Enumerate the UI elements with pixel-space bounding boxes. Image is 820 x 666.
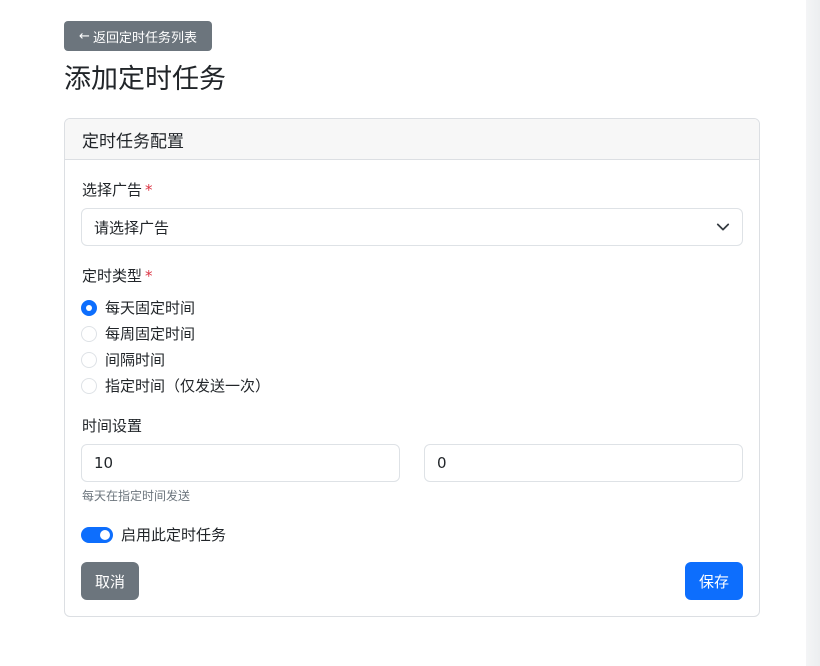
save-button[interactable]: 保存 (685, 562, 743, 600)
page-title: 添加定时任务 (64, 64, 226, 95)
arrow-left-icon: ← (79, 28, 90, 44)
enable-task-toggle[interactable] (81, 526, 113, 543)
required-mark: * (145, 181, 153, 199)
ad-select[interactable]: 请选择广告 (81, 208, 743, 246)
minute-input-value: 0 (437, 454, 447, 472)
minute-input[interactable]: 0 (424, 444, 743, 482)
chevron-down-icon (716, 223, 730, 231)
schedule-type-label: 定时类型 * (82, 265, 153, 286)
hour-input-value: 10 (94, 454, 114, 472)
enable-task-row[interactable]: 启用此定时任务 (81, 524, 226, 545)
radio-label: 每周固定时间 (105, 325, 196, 343)
back-to-list-button[interactable]: ← 返回定时任务列表 (64, 21, 212, 51)
page-scroll-edge (806, 0, 820, 666)
radio-once[interactable]: 指定时间（仅发送一次） (81, 375, 270, 396)
radio-label: 每天固定时间 (105, 299, 196, 317)
radio-button[interactable] (81, 325, 97, 342)
radio-weekly[interactable]: 每周固定时间 (81, 323, 195, 344)
toggle-knob (100, 529, 110, 540)
required-mark: * (145, 267, 153, 285)
schedule-type-label-text: 定时类型 (82, 267, 143, 285)
schedule-config-card: 定时任务配置 选择广告 * 请选择广告 定时类型 * 每天固定时间 每周固定时间 间… (64, 118, 760, 617)
back-button-label: 返回定时任务列表 (92, 30, 197, 46)
radio-label: 指定时间（仅发送一次） (105, 377, 271, 395)
enable-task-label: 启用此定时任务 (121, 526, 227, 544)
radio-label: 间隔时间 (105, 351, 166, 369)
radio-button[interactable] (81, 377, 97, 394)
ad-select-value: 请选择广告 (94, 218, 170, 237)
ad-select-label: 选择广告 * (82, 179, 153, 200)
radio-button[interactable] (81, 351, 97, 368)
ad-select-label-text: 选择广告 (82, 181, 143, 199)
cancel-button[interactable]: 取消 (81, 562, 139, 600)
radio-interval[interactable]: 间隔时间 (81, 349, 165, 370)
time-help-text: 每天在指定时间发送 (82, 489, 191, 503)
hour-input[interactable]: 10 (81, 444, 400, 482)
card-header: 定时任务配置 (65, 119, 759, 160)
radio-daily[interactable]: 每天固定时间 (81, 297, 195, 318)
radio-button-checked[interactable] (81, 299, 97, 316)
time-settings-label: 时间设置 (82, 417, 143, 435)
